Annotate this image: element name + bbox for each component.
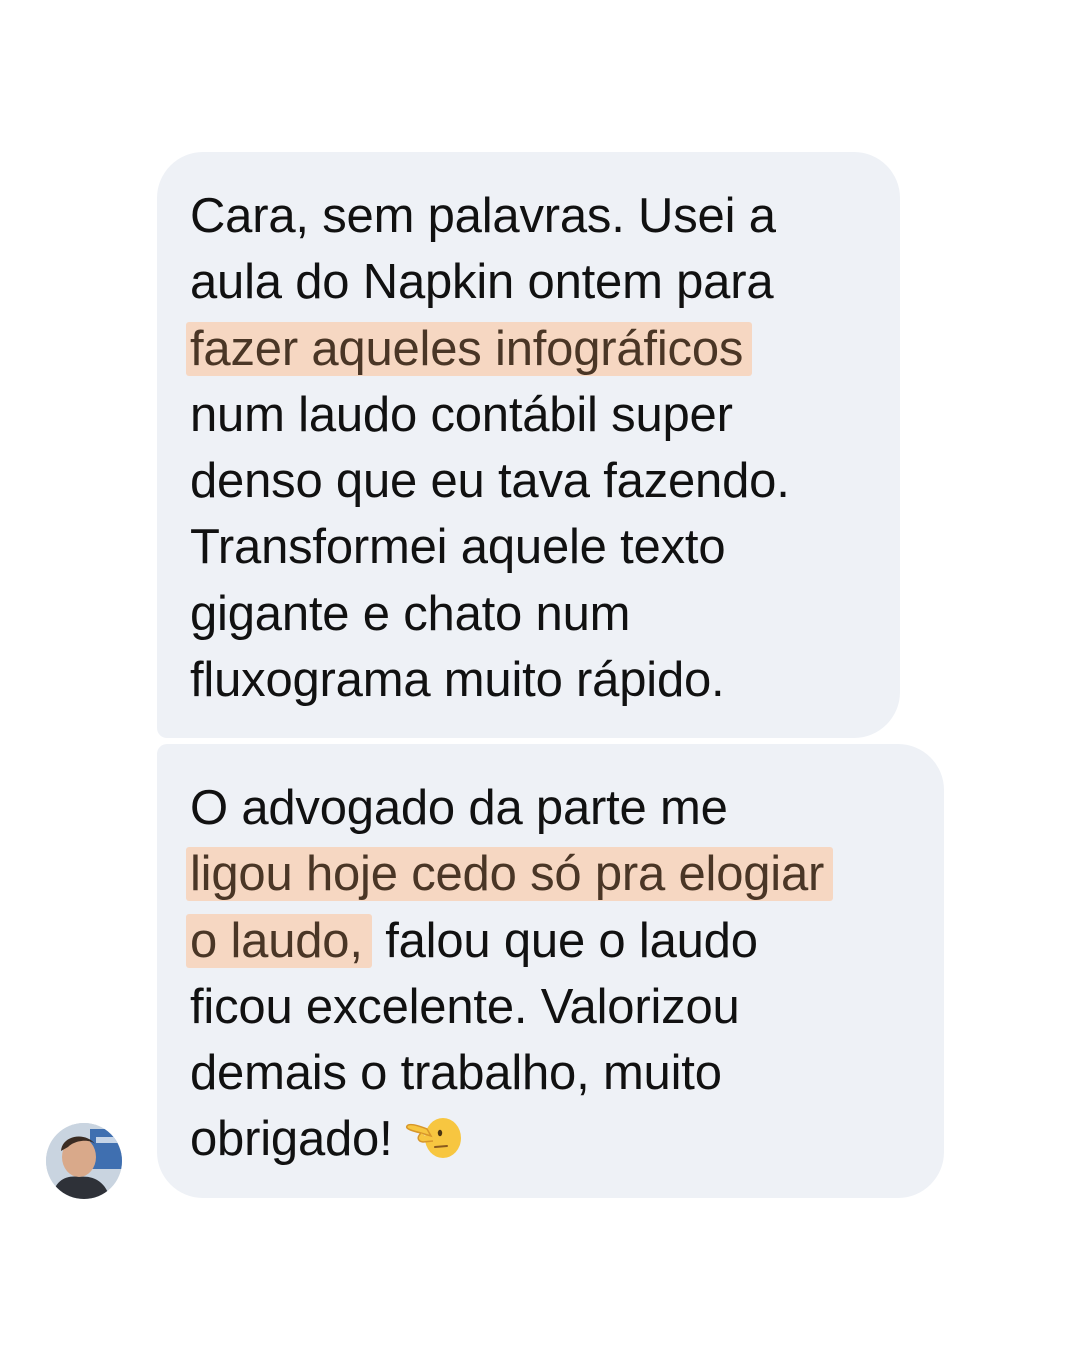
message-line: num laudo contábil super <box>190 387 733 442</box>
avatar-photo <box>46 1123 122 1199</box>
text-highlight: ligou hoje cedo só pra elogiar <box>186 847 834 902</box>
message-line: O advogado da parte me <box>190 781 728 835</box>
message-line: Cara, sem palavras. Usei a <box>190 189 776 243</box>
message-text: obrigado! <box>190 1112 393 1167</box>
message-text: falou que o laudo <box>371 913 758 968</box>
message-bubble-2: O advogado da parte me ligou hoje cedo s… <box>157 744 944 1198</box>
message-line: Transformei aquele texto <box>190 520 726 575</box>
message-line-highlighted: ligou hoje cedo só pra elogiar <box>186 841 924 907</box>
message-line: gigante e chato num <box>190 586 631 641</box>
message-line-mixed: o laudo, falou que o laudo <box>186 908 924 974</box>
message-line: aula do Napkin ontem para <box>190 255 774 310</box>
message-line-with-emoji: obrigado! <box>190 1106 924 1172</box>
message-line: ficou excelente. Valorizou <box>190 979 740 1034</box>
message-line: denso que eu tava fazendo. <box>190 454 790 509</box>
avatar[interactable] <box>46 1123 122 1199</box>
message-line-highlighted: fazer aqueles infográficos <box>186 316 880 382</box>
message-line: fluxograma muito rápido. <box>190 653 725 708</box>
text-highlight: o laudo, <box>186 913 372 968</box>
message-line: demais o trabalho, muito <box>190 1046 722 1101</box>
text-highlight: fazer aqueles infográficos <box>186 321 753 376</box>
message-bubble-1: Cara, sem palavras. Usei a aula do Napki… <box>157 152 900 738</box>
pointing-left-hand-face-emoji <box>405 1111 465 1161</box>
